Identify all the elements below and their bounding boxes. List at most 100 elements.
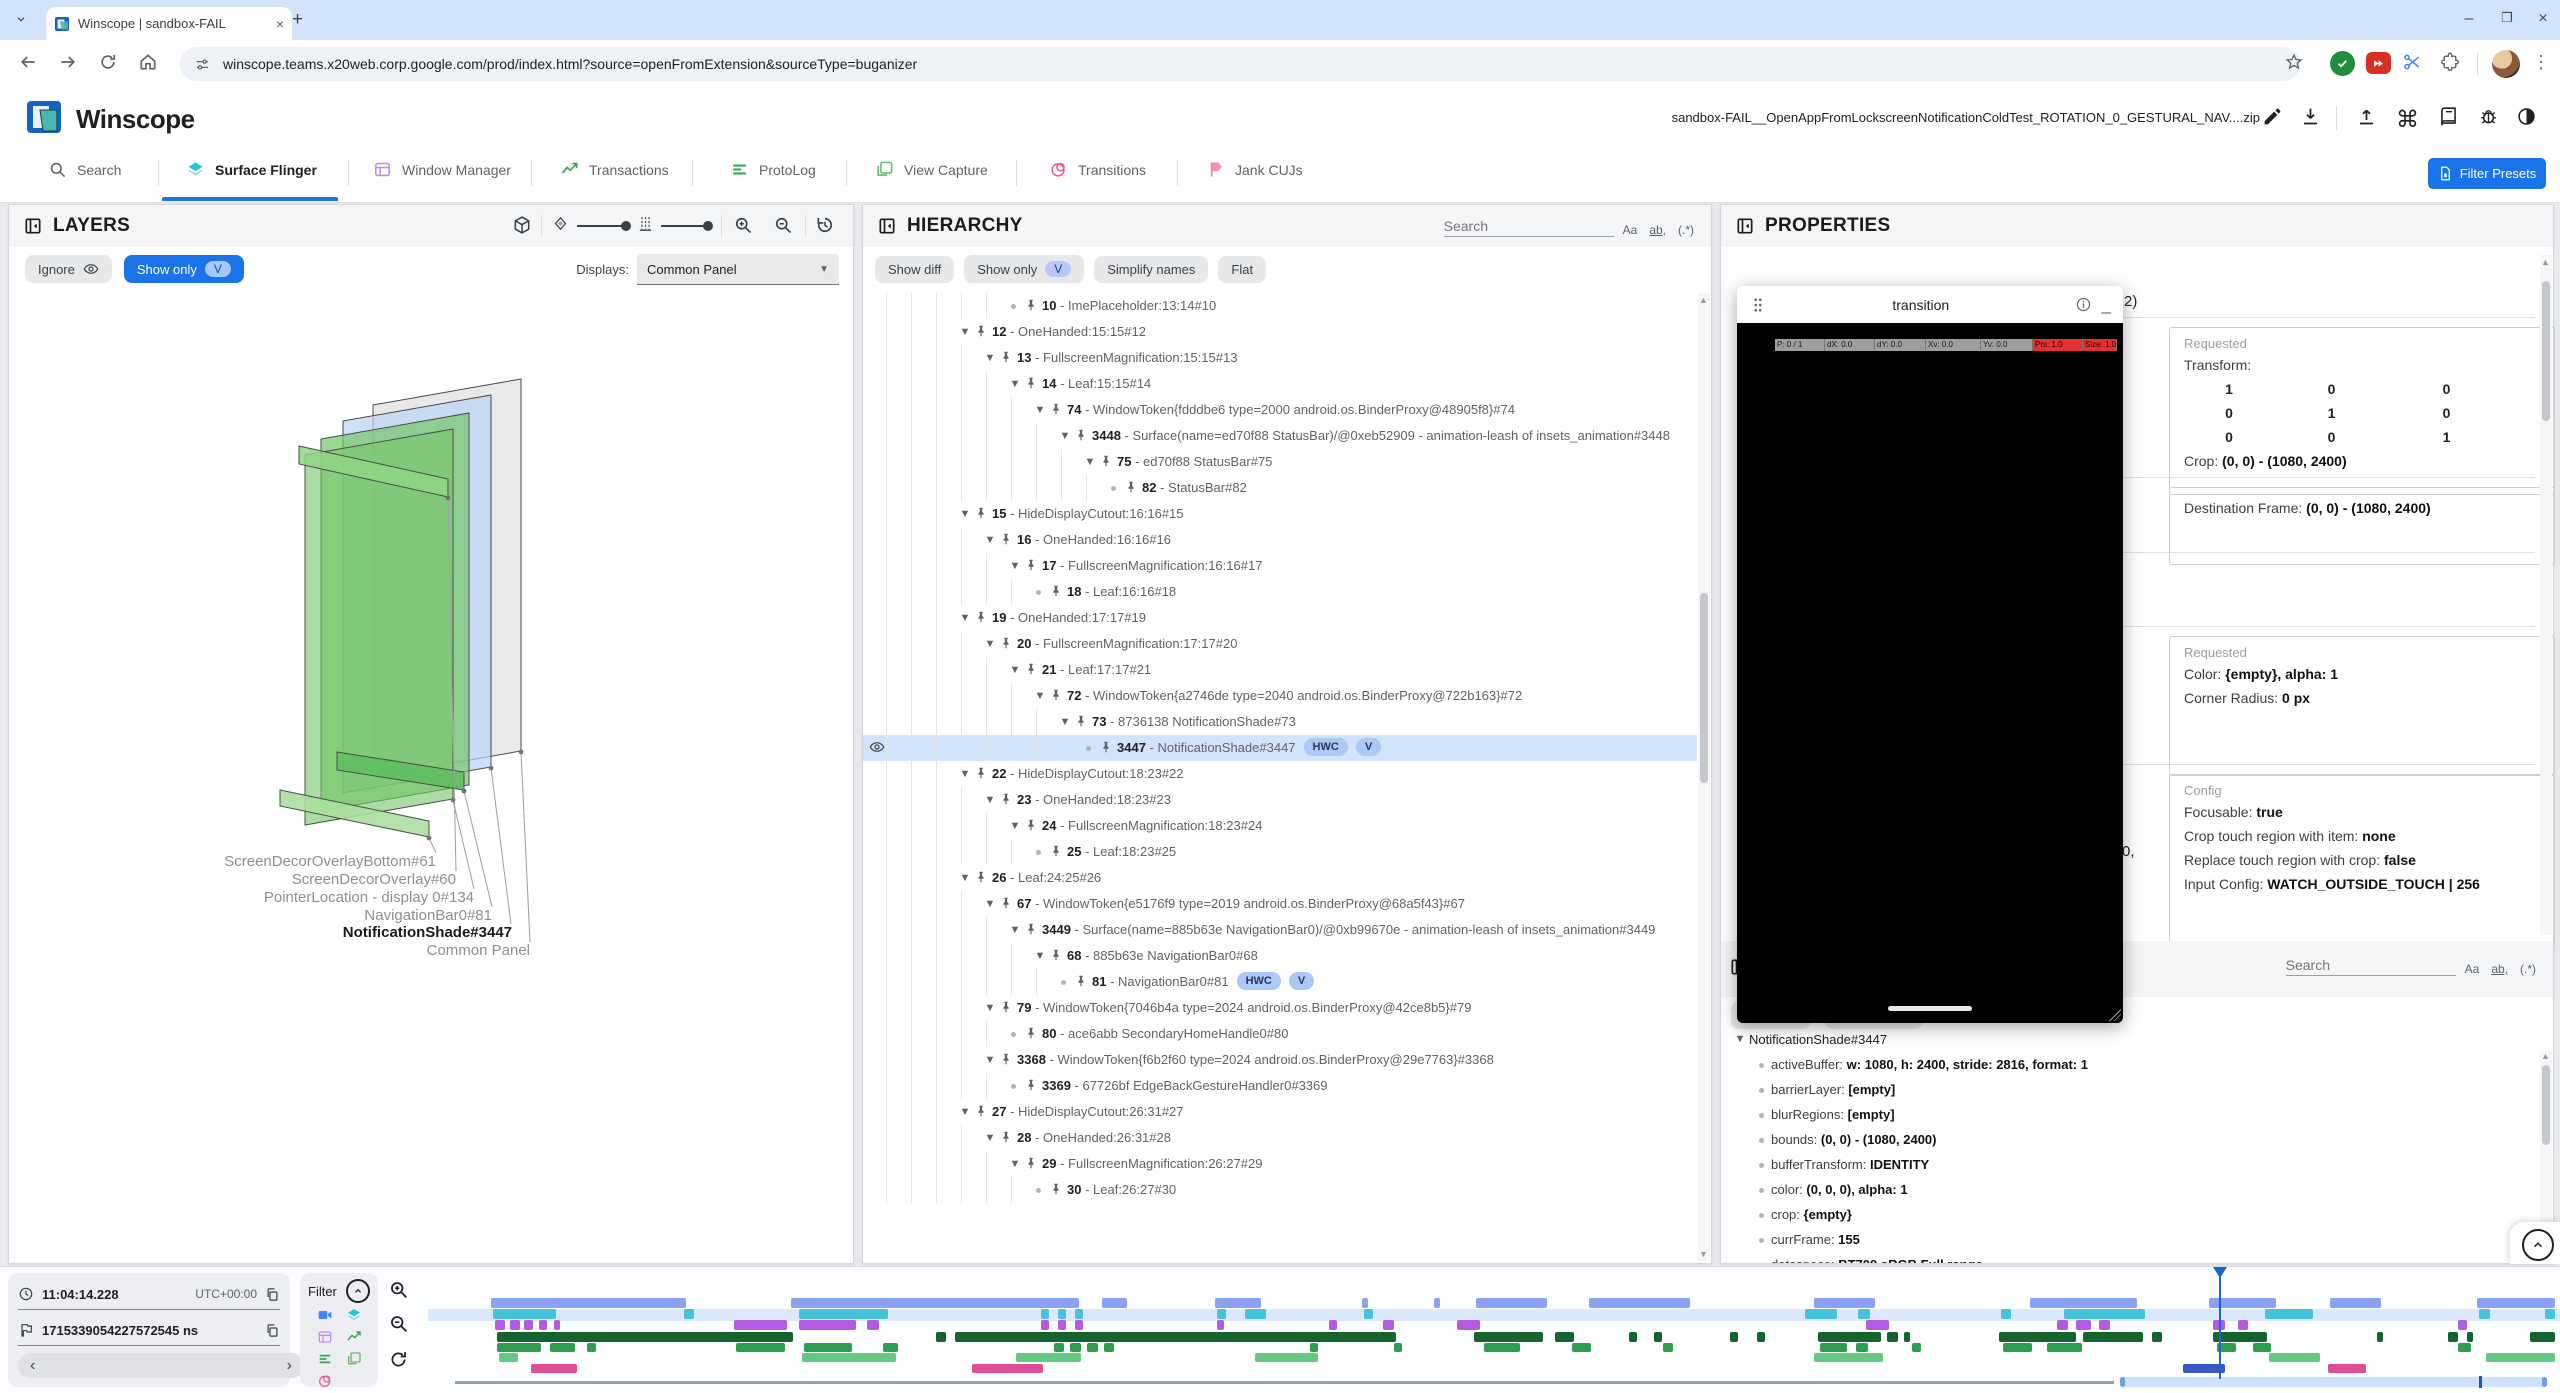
chip-simplify-names[interactable]: Simplify names [1094, 256, 1208, 283]
window-manager-row-segment[interactable] [1362, 1298, 1368, 1308]
window-manager-row-segment[interactable] [1434, 1298, 1440, 1308]
expand-arrow-icon[interactable]: ▼ [956, 501, 974, 527]
pin-icon[interactable] [1049, 688, 1063, 702]
timeline-cursor[interactable] [2219, 1269, 2221, 1379]
expand-arrow-icon[interactable]: ▼ [1056, 709, 1074, 735]
bookmark-star-icon[interactable] [2284, 52, 2304, 72]
view-capture-row-segment[interactable] [2458, 1320, 2466, 1330]
protolog-row-segment[interactable] [1820, 1343, 1847, 1352]
hierarchy-row-16[interactable]: ▼16 - OneHanded:16:16#16 [863, 527, 1697, 553]
chip-flat[interactable]: Flat [1218, 256, 1266, 283]
match-case-button[interactable]: Aa [1620, 223, 1641, 237]
window-manager-row-segment[interactable] [1814, 1298, 1875, 1308]
collapse-panel-icon[interactable] [1735, 216, 1755, 236]
profile-avatar[interactable] [2492, 50, 2520, 78]
pin-icon[interactable] [1124, 480, 1138, 494]
hierarchy-row-25[interactable]: 25 - Leaf:18:23#25 [863, 839, 1697, 865]
pin-icon[interactable] [999, 1000, 1013, 1014]
detail-prop-barrierLayer[interactable]: barrierLayer: [empty] [1731, 1077, 2537, 1102]
pin-icon[interactable] [999, 792, 1013, 806]
transactions-row-segment[interactable] [936, 1332, 947, 1342]
hierarchy-row-73[interactable]: ▼73 - 8736138 NotificationShade#73 [863, 709, 1697, 735]
surface-flinger-row-segment[interactable] [1041, 1309, 1049, 1319]
window-close-button[interactable]: × [2526, 10, 2560, 28]
detail-prop-color[interactable]: color: (0, 0, 0), alpha: 1 [1731, 1177, 2537, 1202]
protolog-row-segment[interactable] [1912, 1343, 1920, 1352]
surface-flinger-row-segment[interactable] [1245, 1309, 1266, 1319]
hierarchy-scrollbar[interactable]: ▲ ▼ [1698, 293, 1710, 1261]
window-manager-trace-icon[interactable] [317, 1329, 333, 1345]
expand-arrow-icon[interactable]: ▼ [981, 631, 999, 657]
regex-button[interactable]: (.*) [1675, 223, 1697, 237]
detail-prop-crop[interactable]: crop: {empty} [1731, 1202, 2537, 1227]
protolog-row-segment[interactable] [1572, 1343, 1591, 1352]
transactions-row-segment[interactable] [1474, 1332, 1543, 1342]
tab-search-icon[interactable] [14, 12, 28, 26]
surface-flinger-row-segment[interactable] [2479, 1309, 2490, 1319]
pin-icon[interactable] [999, 532, 1013, 546]
nav-tab-jank-cujs[interactable]: Jank CUJs [1206, 160, 1303, 179]
hierarchy-row-12[interactable]: ▼12 - OneHanded:15:15#12 [863, 319, 1697, 345]
surface-flinger-row-segment[interactable] [2265, 1309, 2313, 1319]
next-entry-button[interactable]: › [287, 1357, 292, 1375]
expand-arrow-icon[interactable]: ▼ [956, 865, 974, 891]
hierarchy-row-26[interactable]: ▼26 - Leaf:24:25#26 [863, 865, 1697, 891]
filter-presets-button[interactable]: Filter Presets [2428, 158, 2546, 189]
protolog-row-segment[interactable] [1087, 1343, 1098, 1352]
expand-arrow-icon[interactable]: ▼ [1006, 813, 1024, 839]
hierarchy-row-21[interactable]: ▼21 - Leaf:17:17#21 [863, 657, 1697, 683]
view-capture-row-segment[interactable] [1217, 1320, 1223, 1330]
protolog-row-segment[interactable] [1663, 1343, 1674, 1352]
expand-arrow-icon[interactable]: ▼ [1006, 1151, 1024, 1177]
pin-icon[interactable] [999, 350, 1013, 364]
transactions-row-segment[interactable] [2152, 1332, 2163, 1342]
previous-entry-button[interactable]: ‹ [30, 1357, 35, 1375]
view-capture-row-segment[interactable] [1329, 1320, 1337, 1330]
transactions-row-segment[interactable] [2530, 1332, 2555, 1342]
transactions-row-segment[interactable] [1730, 1332, 1738, 1342]
info-icon[interactable] [2075, 296, 2092, 313]
hierarchy-row-82[interactable]: 82 - StatusBar#82 [863, 475, 1697, 501]
pin-icon[interactable] [1024, 1078, 1038, 1092]
timeline-zoom-in-icon[interactable] [388, 1279, 409, 1300]
hierarchy-row-3368[interactable]: ▼3368 - WindowToken{f6b2f60 type=2024 an… [863, 1047, 1697, 1073]
hierarchy-row-80[interactable]: 80 - ace6abb SecondaryHomeHandle0#80 [863, 1021, 1697, 1047]
view-capture-row-segment[interactable] [2057, 1320, 2068, 1330]
protolog-row-segment[interactable] [2253, 1343, 2272, 1352]
protolog-row-segment[interactable] [2047, 1343, 2083, 1352]
upload-trace-icon[interactable] [2356, 106, 2377, 127]
expand-arrow-icon[interactable]: ▼ [981, 345, 999, 371]
hierarchy-row-24[interactable]: ▼24 - FullscreenMagnification:18:23#24 [863, 813, 1697, 839]
protolog-row-segment[interactable] [550, 1343, 575, 1352]
pin-icon[interactable] [974, 1104, 988, 1118]
hierarchy-row-20[interactable]: ▼20 - FullscreenMagnification:17:17#20 [863, 631, 1697, 657]
protolog-row-segment[interactable] [587, 1343, 595, 1352]
nav-tab-view-capture[interactable]: View Capture [875, 160, 988, 179]
detail-root-row[interactable]: ▼NotificationShade#3447 [1731, 1027, 2537, 1052]
view-capture-row-segment[interactable] [734, 1320, 787, 1330]
documentation-icon[interactable] [2438, 106, 2459, 127]
transactions-row-segment[interactable] [2377, 1332, 2383, 1342]
ime-row-segment[interactable] [1016, 1353, 1081, 1362]
surface-flinger-row-segment[interactable] [1805, 1309, 1837, 1319]
pin-icon[interactable] [1049, 402, 1063, 416]
protolog-row-segment[interactable] [804, 1343, 852, 1352]
protolog-row-segment[interactable] [1856, 1343, 1869, 1352]
surface-flinger-row-segment[interactable] [2001, 1309, 2012, 1319]
protolog-row-segment[interactable] [1310, 1343, 1318, 1352]
window-manager-row-segment[interactable] [2030, 1298, 2137, 1308]
view-capture-row-segment[interactable] [1383, 1320, 1394, 1330]
layers-3d-scene[interactable]: ScreenDecorOverlayBottom#61ScreenDecorOv… [9, 291, 851, 1261]
minimize-icon[interactable]: _ [2102, 295, 2111, 315]
hierarchy-row-72[interactable]: ▼72 - WindowToken{a2746de type=2040 andr… [863, 683, 1697, 709]
surface-flinger-row-segment[interactable] [2064, 1309, 2146, 1319]
zoom-in-icon[interactable] [733, 215, 753, 235]
window-manager-row-segment[interactable] [491, 1298, 686, 1308]
chip-show-diff[interactable]: Show diff [875, 256, 954, 283]
view-capture-row-segment[interactable] [2238, 1320, 2249, 1330]
match-word-button[interactable]: ab, [1646, 223, 1669, 237]
ime-row-segment[interactable] [2486, 1353, 2555, 1362]
download-trace-icon[interactable] [2300, 106, 2321, 127]
transactions-row-segment[interactable] [2448, 1332, 2459, 1342]
protolog-row-segment[interactable] [2003, 1343, 2032, 1352]
